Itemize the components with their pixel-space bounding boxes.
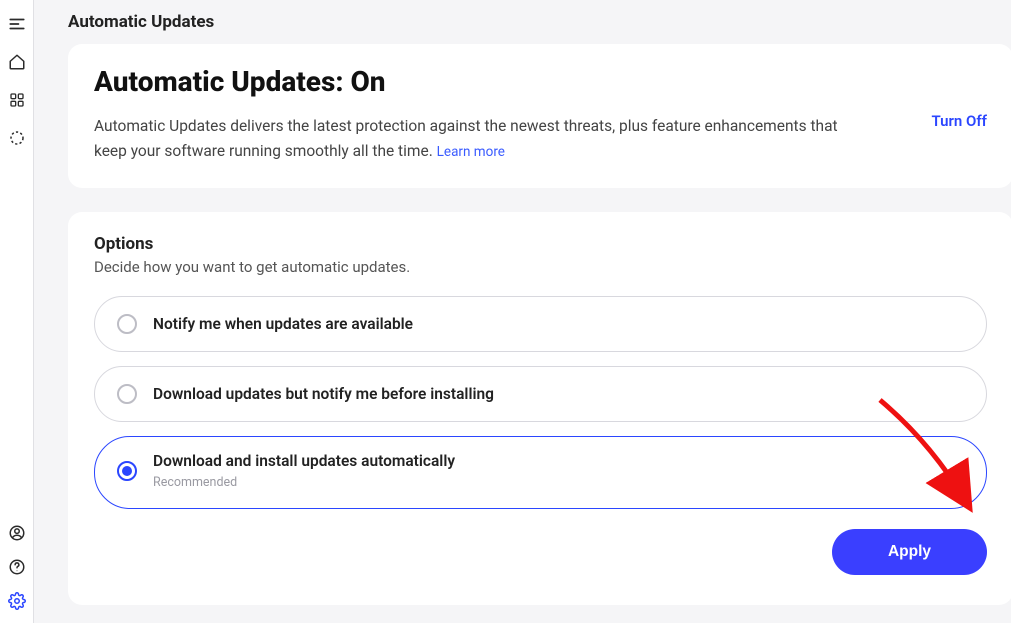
option-label: Download and install updates automatical… [153, 451, 455, 471]
scan-icon[interactable] [7, 128, 27, 148]
learn-more-link[interactable]: Learn more [437, 144, 505, 160]
apply-button[interactable]: Apply [832, 529, 987, 575]
settings-icon[interactable] [7, 591, 27, 611]
radio-icon [117, 384, 137, 404]
options-title: Options [94, 234, 987, 254]
option-sublabel: Recommended [153, 475, 455, 490]
radio-icon [117, 314, 137, 334]
apps-icon[interactable] [7, 90, 27, 110]
page-title: Automatic Updates [34, 12, 1011, 44]
turn-off-link[interactable]: Turn Off [931, 112, 987, 130]
account-icon[interactable] [7, 523, 27, 543]
main-content: Automatic Updates Automatic Updates: On … [34, 0, 1011, 623]
status-description: Automatic Updates delivers the latest pr… [94, 114, 854, 164]
option-download-notify[interactable]: Download updates but notify me before in… [94, 366, 987, 422]
status-card: Automatic Updates: On Automatic Updates … [68, 44, 1011, 188]
options-subtitle: Decide how you want to get automatic upd… [94, 258, 987, 276]
option-auto-install[interactable]: Download and install updates automatical… [94, 436, 987, 509]
options-card: Options Decide how you want to get autom… [68, 212, 1011, 605]
radio-icon [117, 461, 137, 481]
option-label: Download updates but notify me before in… [153, 384, 494, 404]
help-icon[interactable] [7, 557, 27, 577]
option-notify[interactable]: Notify me when updates are available [94, 296, 987, 352]
menu-icon[interactable] [7, 14, 27, 34]
status-title: Automatic Updates: On [94, 66, 854, 98]
home-icon[interactable] [7, 52, 27, 72]
sidebar [0, 0, 34, 623]
option-label: Notify me when updates are available [153, 314, 413, 334]
